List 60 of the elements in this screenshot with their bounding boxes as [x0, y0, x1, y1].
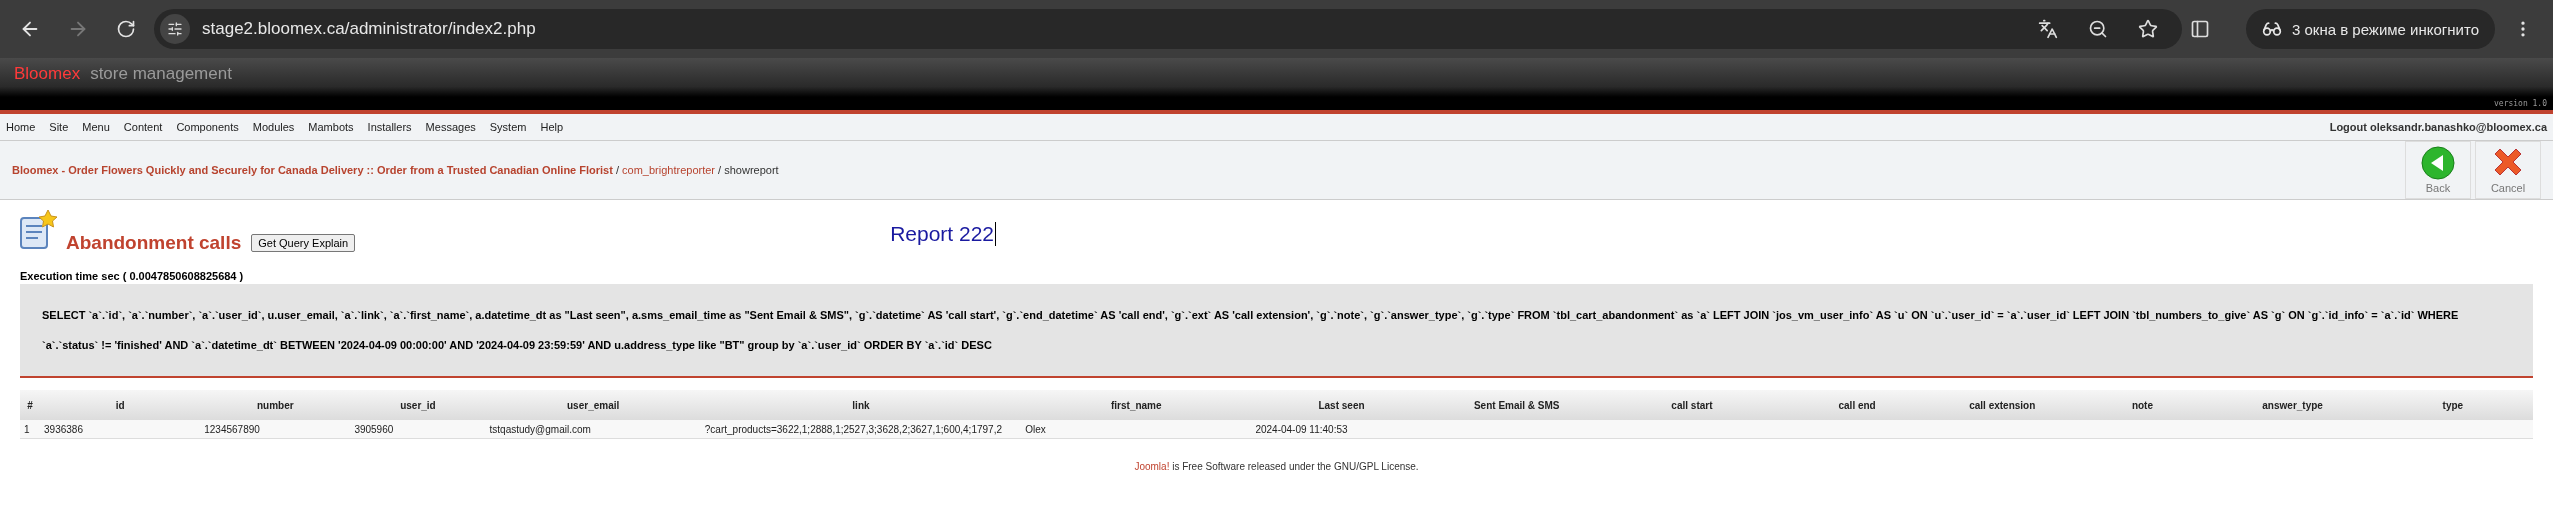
- menu-item[interactable]: Menu: [82, 121, 110, 133]
- column-header[interactable]: number: [200, 390, 351, 420]
- column-header[interactable]: Sent Email & SMS: [1431, 390, 1602, 420]
- joomla-link[interactable]: Joomla!: [1134, 461, 1170, 472]
- menu-item[interactable]: Components: [176, 121, 239, 133]
- brand-name: Bloomex: [14, 64, 81, 84]
- incognito-glasses-icon: [2262, 19, 2282, 39]
- column-header[interactable]: Last seen: [1251, 390, 1432, 420]
- notepad-star-icon: [18, 208, 58, 252]
- menu-item[interactable]: Mambots: [308, 121, 354, 133]
- side-panel-icon[interactable]: [2190, 19, 2210, 39]
- table-cell: 3936386: [40, 420, 201, 439]
- table-cell: 3905960: [350, 420, 486, 439]
- translate-icon[interactable]: [2038, 19, 2058, 39]
- menu-item[interactable]: Installers: [367, 121, 412, 133]
- breadcrumb-item: showreport: [724, 164, 779, 176]
- column-header[interactable]: user_email: [485, 390, 701, 420]
- breadcrumb-separator: /: [717, 164, 723, 176]
- table-cell: 1: [20, 420, 40, 439]
- column-header[interactable]: call extension: [1932, 390, 2073, 420]
- menu-item[interactable]: Modules: [252, 121, 295, 133]
- column-header[interactable]: user_id: [350, 390, 486, 420]
- site-settings-icon[interactable]: [160, 14, 190, 44]
- menu-item[interactable]: Home: [6, 121, 36, 133]
- menu-item[interactable]: Messages: [425, 121, 476, 133]
- table-cell: 1234567890: [200, 420, 351, 439]
- version-label: version 1.0: [2494, 99, 2547, 108]
- breadcrumb-separator: /: [614, 164, 620, 176]
- menu-item[interactable]: Content: [123, 121, 163, 133]
- report-heading: Abandonment calls: [66, 232, 242, 254]
- table-cell: 2024-04-09 11:40:53: [1251, 420, 1432, 439]
- table-cell: ?cart_products=3622,1;2888,1;2527,3;3628,2;3627,1;600,4;1797,2: [700, 420, 1022, 439]
- column-header[interactable]: first_name: [1021, 390, 1252, 420]
- bookmark-star-icon[interactable]: [2138, 19, 2158, 39]
- column-header[interactable]: note: [2072, 390, 2213, 420]
- toolbar-button[interactable]: Back: [2405, 141, 2471, 199]
- incognito-button[interactable]: 3 окна в режиме инкогнито: [2246, 9, 2495, 49]
- report-title: Report 222: [890, 222, 997, 246]
- column-header[interactable]: #: [20, 390, 40, 420]
- query-explain-button[interactable]: Get Query Explain: [251, 234, 356, 252]
- header-subtitle: store management: [90, 64, 232, 84]
- menu-item[interactable]: Help: [540, 121, 564, 133]
- zoom-out-icon[interactable]: [2088, 19, 2108, 39]
- menu-item[interactable]: System: [489, 121, 527, 133]
- toolbar-button[interactable]: Cancel: [2475, 141, 2541, 199]
- column-header[interactable]: type: [2372, 390, 2533, 420]
- column-header[interactable]: call end: [1782, 390, 1933, 420]
- execution-time: Execution time sec ( 0.0047850608825684 ): [19, 269, 245, 284]
- license-text: is Free Software released under the GNU/GPL License.: [1171, 461, 1419, 472]
- column-header[interactable]: id: [40, 390, 201, 420]
- breadcrumb-item[interactable]: Bloomex - Order Flowers Quickly and Securely for Canada Delivery :: Order from a Trusted Canadian Online Florist: [12, 164, 613, 176]
- logout-link[interactable]: Logout oleksandr.banashko@bloomex.ca: [2329, 121, 2547, 133]
- column-header[interactable]: answer_type: [2212, 390, 2373, 420]
- sql-query: SELECT `a`.`id`, `a`.`number`, `a`.`user_id`, u.user_email, `a`.`link`, `a`.`first_name`, a.datetime_dt as "Last seen", a.sms_email_time as "Sent Email & SMS", `g`.`datetime` AS 'call start', `g`.`end_datetime` AS 'call end', `g`.`ext` AS 'call extension', `g`.`note`, `g`.`answer_type`, `g`.`type` FROM `tbl_cart_abandonment` as `a` LEFT JOIN `jos_vm_user_info` AS `u` ON `u`.`user_id` = `a`.`user_id` LEFT JOIN `tbl_numbers_to_give` AS `g` ON `g`.`id_info` = `a`.`id` WHERE `a`.`status` != 'finished' AND `a`.`datetime_dt` BETWEEN '2024-04-09 00:00:00' AND '2024-04-09 23:59:59' AND u.address_type like "BT" group by `a`.`user_id` ORDER BY `a`.`id` DESC: [20, 284, 2533, 378]
- table-cell: tstqastudy@gmail.com: [485, 420, 701, 439]
- menu-item[interactable]: Site: [49, 121, 69, 133]
- column-header[interactable]: call start: [1601, 390, 1783, 420]
- column-header[interactable]: link: [700, 390, 1022, 420]
- table-cell: Olex: [1021, 420, 1252, 439]
- breadcrumb-item[interactable]: com_brightreporter: [622, 164, 715, 176]
